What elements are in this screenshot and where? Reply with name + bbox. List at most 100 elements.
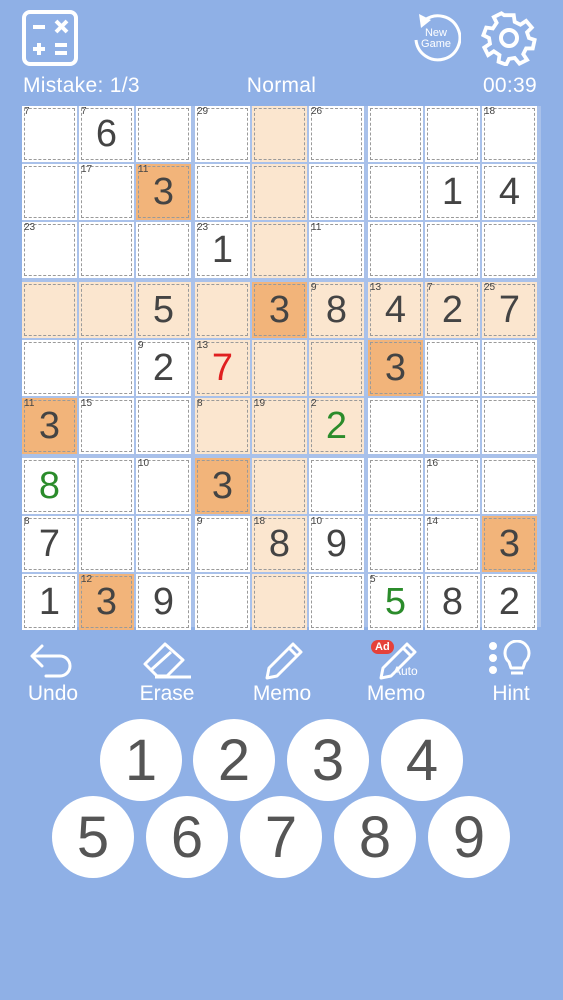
- cell-r3c4[interactable]: 23 1: [195, 222, 250, 278]
- cell-r3c3[interactable]: [136, 222, 191, 278]
- number-button-6[interactable]: 6: [146, 796, 228, 878]
- cell-r7c4[interactable]: 3: [195, 458, 250, 514]
- cell-r8c3[interactable]: [136, 516, 191, 572]
- cell-r2c5[interactable]: [252, 164, 307, 220]
- cell-r9c6[interactable]: [309, 574, 364, 630]
- cell-r3c7[interactable]: [368, 222, 423, 278]
- cell-r4c2[interactable]: [79, 282, 134, 338]
- cell-r5c8[interactable]: [425, 340, 480, 396]
- cell-r7c8[interactable]: 16: [425, 458, 480, 514]
- cell-r4c6[interactable]: 98: [309, 282, 364, 338]
- cell-r8c1[interactable]: 87: [22, 516, 77, 572]
- sudoku-board: 7 7 6 29 26 18 17 11 3 1 4 23 23 1 11 5 3 9 8 13 4 7 2 25 7 9 2 13 7…: [22, 106, 541, 630]
- cell-r7c5[interactable]: [252, 458, 307, 514]
- cell-r4c9[interactable]: 25 7: [482, 282, 537, 338]
- cell-r1c2[interactable]: 76: [79, 106, 134, 162]
- number-button-5[interactable]: 5: [52, 796, 134, 878]
- number-button-9[interactable]: 9: [428, 796, 510, 878]
- cell-r6c7[interactable]: [368, 398, 423, 454]
- cell-r3c8[interactable]: [425, 222, 480, 278]
- new-game-button[interactable]: New Game: [411, 10, 462, 66]
- cell-r9c9[interactable]: 2: [482, 574, 537, 630]
- cell-r7c2[interactable]: [79, 458, 134, 514]
- cage-outline: [24, 166, 75, 218]
- cell-r1c4[interactable]: 29: [195, 106, 250, 162]
- cell-r4c8[interactable]: 72: [425, 282, 480, 338]
- cell-r6c5[interactable]: 19: [252, 398, 307, 454]
- cell-r1c9[interactable]: 18: [482, 106, 537, 162]
- cell-r7c7[interactable]: [368, 458, 423, 514]
- cell-r2c7[interactable]: [368, 164, 423, 220]
- cell-r4c4[interactable]: [195, 282, 250, 338]
- cell-r9c7[interactable]: 55: [368, 574, 423, 630]
- cell-r1c1[interactable]: 7: [22, 106, 77, 162]
- cell-r5c2[interactable]: [79, 340, 134, 396]
- cell-r4c3[interactable]: 5: [136, 282, 191, 338]
- cell-r3c2[interactable]: [79, 222, 134, 278]
- cell-r9c1[interactable]: 1: [22, 574, 77, 630]
- cell-r6c3[interactable]: [136, 398, 191, 454]
- cell-r6c8[interactable]: [425, 398, 480, 454]
- cell-r5c4[interactable]: 13 7: [195, 340, 250, 396]
- cell-r5c6[interactable]: [309, 340, 364, 396]
- cell-r7c1[interactable]: 8: [22, 458, 77, 514]
- cell-r5c3[interactable]: 92: [136, 340, 191, 396]
- cell-r5c7[interactable]: 3: [368, 340, 423, 396]
- cell-r3c5[interactable]: [252, 222, 307, 278]
- cell-r3c1[interactable]: 23: [22, 222, 77, 278]
- cell-r6c4[interactable]: 8: [195, 398, 250, 454]
- cell-r6c6[interactable]: 22: [309, 398, 364, 454]
- cell-r8c8[interactable]: 14: [425, 516, 480, 572]
- hint-button[interactable]: Hint: [466, 640, 556, 706]
- auto-memo-button[interactable]: Ad Auto Memo: [351, 640, 441, 706]
- cell-r3c6[interactable]: 11: [309, 222, 364, 278]
- cell-r5c9[interactable]: [482, 340, 537, 396]
- cell-r2c4[interactable]: [195, 164, 250, 220]
- cell-r6c1[interactable]: 11 3: [22, 398, 77, 454]
- cell-r2c8[interactable]: 1: [425, 164, 480, 220]
- cell-r7c3[interactable]: 10: [136, 458, 191, 514]
- number-button-4[interactable]: 4: [381, 719, 463, 801]
- calculator-button[interactable]: [22, 10, 78, 66]
- number-button-3[interactable]: 3: [287, 719, 369, 801]
- cell-r7c6[interactable]: [309, 458, 364, 514]
- cell-r5c5[interactable]: [252, 340, 307, 396]
- cell-r4c5[interactable]: 3: [252, 282, 307, 338]
- undo-button[interactable]: Undo: [8, 640, 98, 706]
- cell-r5c1[interactable]: [22, 340, 77, 396]
- number-button-8[interactable]: 8: [334, 796, 416, 878]
- cell-r2c6[interactable]: [309, 164, 364, 220]
- cell-r9c2[interactable]: 12 3: [79, 574, 134, 630]
- cell-r4c7[interactable]: 13 4: [368, 282, 423, 338]
- cell-r2c3[interactable]: 11 3: [136, 164, 191, 220]
- cell-r8c4[interactable]: 9: [195, 516, 250, 572]
- cell-r8c5[interactable]: 18 8: [252, 516, 307, 572]
- cell-r8c6[interactable]: 10 9: [309, 516, 364, 572]
- cell-r9c8[interactable]: 8: [425, 574, 480, 630]
- cell-r1c6[interactable]: 26: [309, 106, 364, 162]
- cell-r9c5[interactable]: [252, 574, 307, 630]
- number-button-7[interactable]: 7: [240, 796, 322, 878]
- cell-r1c8[interactable]: [425, 106, 480, 162]
- cell-r4c1[interactable]: [22, 282, 77, 338]
- cell-r3c9[interactable]: [482, 222, 537, 278]
- cell-r6c2[interactable]: 15: [79, 398, 134, 454]
- settings-button[interactable]: [480, 10, 537, 67]
- erase-button[interactable]: Erase: [122, 640, 212, 706]
- cell-r1c7[interactable]: [368, 106, 423, 162]
- cell-r9c3[interactable]: 9: [136, 574, 191, 630]
- cell-r7c9[interactable]: [482, 458, 537, 514]
- cell-r2c1[interactable]: [22, 164, 77, 220]
- cell-r8c7[interactable]: [368, 516, 423, 572]
- cell-r1c3[interactable]: [136, 106, 191, 162]
- cell-r1c5[interactable]: [252, 106, 307, 162]
- number-button-1[interactable]: 1: [100, 719, 182, 801]
- cell-r8c9[interactable]: 3: [482, 516, 537, 572]
- cell-r6c9[interactable]: [482, 398, 537, 454]
- cell-r8c2[interactable]: [79, 516, 134, 572]
- cell-r9c4[interactable]: [195, 574, 250, 630]
- memo-button[interactable]: Memo: [237, 640, 327, 706]
- number-button-2[interactable]: 2: [193, 719, 275, 801]
- cell-r2c9[interactable]: 4: [482, 164, 537, 220]
- cell-r2c2[interactable]: 17: [79, 164, 134, 220]
